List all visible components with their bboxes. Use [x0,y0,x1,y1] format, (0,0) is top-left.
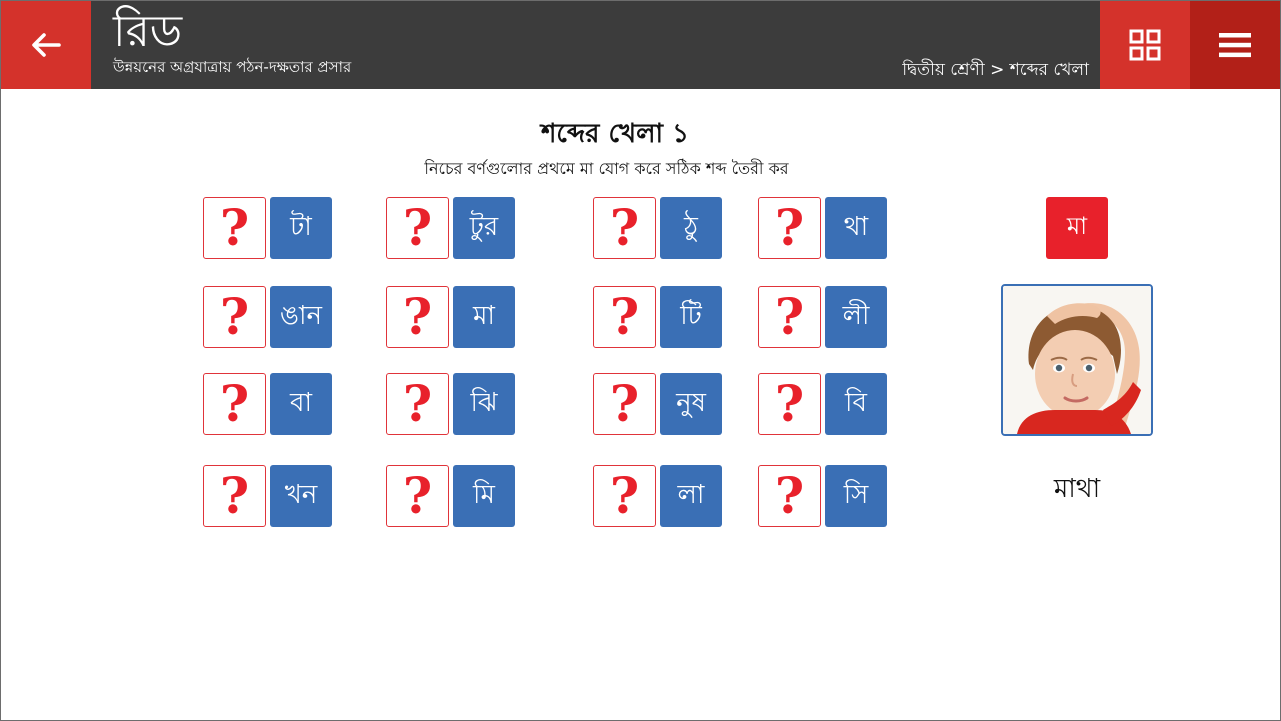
answer-slot[interactable]: ? [203,197,266,259]
app-title: রিড [113,6,183,57]
question-mark: ? [609,374,640,433]
game-title: শব্দের খেলা ১ [541,119,689,149]
syllable-tile[interactable]: ঠু [660,197,722,259]
syllable-tile[interactable]: লী [825,286,887,348]
back-button[interactable] [1,1,91,89]
question-mark: ? [402,198,433,257]
answer-slot[interactable]: ? [203,286,266,348]
question-mark: ? [609,198,640,257]
game-instruction: নিচের বর্ণগুলোর প্রথমে মা যোগ করে সঠিক শ… [424,159,789,178]
answer-slot[interactable]: ? [758,465,821,527]
app-header: রিড উন্নয়নের অগ্রযাত্রায় পঠন-দক্ষতার প… [1,1,1280,89]
brand: রিড উন্নয়নের অগ্রযাত্রায় পঠন-দক্ষতার প… [113,6,352,77]
question-mark: ? [402,374,433,433]
question-mark: ? [774,287,805,346]
syllable-tile[interactable]: ঙান [270,286,332,348]
answer-slot[interactable]: ? [758,373,821,435]
question-mark: ? [609,466,640,525]
syllable-tile[interactable]: ঝি [453,373,515,435]
syllable-tile[interactable]: মি [453,465,515,527]
question-mark: ? [219,374,250,433]
example-photo [1001,284,1153,436]
answer-slot[interactable]: ? [758,286,821,348]
answer-slot[interactable]: ? [203,373,266,435]
answer-slot[interactable]: ? [386,373,449,435]
prefix-tile[interactable]: মা [1046,197,1108,259]
syllable-tile[interactable]: খন [270,465,332,527]
question-mark: ? [402,287,433,346]
syllable-tile[interactable]: থা [825,197,887,259]
syllable-tile[interactable]: লা [660,465,722,527]
answer-slot[interactable]: ? [758,197,821,259]
question-mark: ? [609,287,640,346]
syllable-tile[interactable]: সি [825,465,887,527]
answer-slot[interactable]: ? [593,465,656,527]
question-mark: ? [219,466,250,525]
syllable-tile[interactable]: বা [270,373,332,435]
example-word: মাথা [1053,474,1101,504]
syllable-tile[interactable]: টি [660,286,722,348]
question-mark: ? [219,287,250,346]
menu-button[interactable] [1190,1,1280,89]
question-mark: ? [774,198,805,257]
child-touching-head-image [1003,286,1151,434]
syllable-tile[interactable]: টুর [453,197,515,259]
syllable-tile[interactable]: মা [453,286,515,348]
question-mark: ? [219,198,250,257]
answer-slot[interactable]: ? [203,465,266,527]
arrow-left-icon [32,33,61,57]
question-mark: ? [774,466,805,525]
answer-slot[interactable]: ? [386,465,449,527]
answer-slot[interactable]: ? [593,286,656,348]
answer-slot[interactable]: ? [386,286,449,348]
answer-slot[interactable]: ? [593,373,656,435]
syllable-tile[interactable]: নুষ [660,373,722,435]
hamburger-menu-icon [1219,33,1251,58]
app-subtitle: উন্নয়নের অগ্রযাত্রায় পঠন-দক্ষতার প্রসা… [113,58,352,76]
grid-view-button[interactable] [1100,1,1190,89]
question-mark: ? [402,466,433,525]
answer-slot[interactable]: ? [386,197,449,259]
answer-slot[interactable]: ? [593,197,656,259]
question-mark: ? [774,374,805,433]
breadcrumb[interactable]: দ্বিতীয় শ্রেণী > শব্দের খেলা [902,59,1089,81]
syllable-tile[interactable]: টা [270,197,332,259]
syllable-tile[interactable]: বি [825,373,887,435]
grid-icon [1129,29,1161,61]
